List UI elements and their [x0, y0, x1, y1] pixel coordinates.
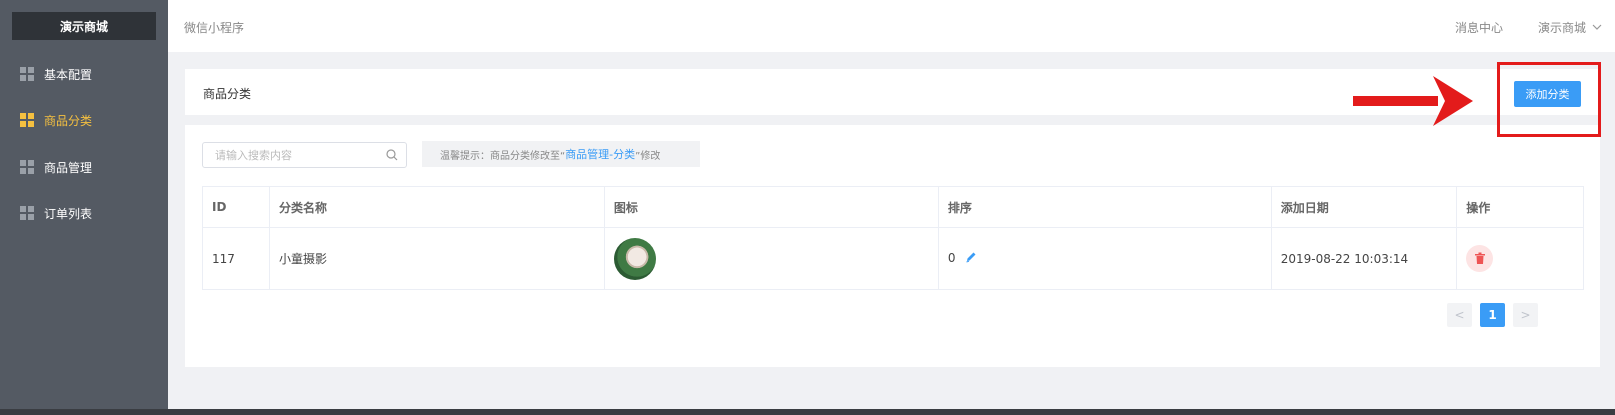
pagination-next[interactable]: > [1513, 303, 1538, 327]
annotation-highlight-box [1497, 62, 1601, 137]
sidebar-item-label: 订单列表 [44, 206, 93, 221]
cell-actions [1456, 227, 1584, 290]
tip-banner: 温馨提示：商品分类修改至“ 商品管理-分类 ”修改 [422, 141, 700, 167]
user-name: 演示商城 [1538, 21, 1587, 35]
sidebar-item-label: 商品管理 [44, 160, 93, 175]
delete-button[interactable] [1466, 245, 1494, 272]
tip-suffix: ”修改 [635, 150, 661, 162]
column-header-actions: 操作 [1456, 186, 1584, 228]
category-thumbnail [613, 237, 656, 280]
annotation-arrow-icon [1353, 76, 1473, 126]
sidebar: 演示商城 基本配置 商品分类 商品管理 订单列表 [0, 0, 168, 415]
pagination-prev[interactable]: < [1447, 303, 1472, 327]
user-menu[interactable]: 演示商城 [1538, 19, 1602, 36]
category-table: ID 分类名称 图标 排序 添加日期 操作 117 小童摄影 0 2019-08… [202, 186, 1584, 290]
sort-value: 0 [947, 251, 956, 265]
sidebar-item-label: 基本配置 [44, 67, 93, 82]
column-header-name: 分类名称 [268, 186, 605, 228]
pencil-icon[interactable] [965, 251, 977, 266]
trash-icon [1474, 252, 1485, 264]
cell-date: 2019-08-22 10:03:14 [1270, 227, 1458, 290]
tip-prefix: 温馨提示：商品分类修改至“ [440, 150, 566, 162]
bottom-strip [0, 409, 1615, 415]
tip-link[interactable]: 商品管理-分类 [565, 146, 635, 162]
sidebar-item-order-list[interactable]: 订单列表 [0, 193, 168, 233]
message-center-link[interactable]: 消息中心 [1455, 19, 1503, 36]
column-header-date: 添加日期 [1270, 186, 1458, 228]
cell-id: 117 [202, 227, 270, 290]
column-header-id: ID [202, 186, 270, 228]
chevron-down-icon [1592, 22, 1602, 33]
grid-icon [20, 206, 34, 220]
sidebar-item-product-category[interactable]: 商品分类 [0, 100, 168, 140]
cell-icon [603, 227, 939, 290]
table-header-row: ID 分类名称 图标 排序 添加日期 操作 [202, 186, 1584, 228]
search-box [202, 142, 407, 168]
top-bar: 微信小程序 消息中心 演示商城 [168, 0, 1615, 52]
brand-logo: 演示商城 [12, 12, 156, 40]
search-input[interactable] [203, 143, 378, 167]
grid-icon [20, 113, 34, 127]
grid-icon [20, 160, 34, 174]
column-header-sort: 排序 [937, 186, 1272, 228]
grid-icon [20, 67, 34, 81]
page-title: 商品分类 [203, 87, 252, 101]
search-icon[interactable] [386, 149, 398, 161]
column-header-icon: 图标 [603, 186, 939, 228]
sidebar-item-product-management[interactable]: 商品管理 [0, 147, 168, 187]
sidebar-item-label: 商品分类 [44, 113, 93, 128]
category-panel: 温馨提示：商品分类修改至“ 商品管理-分类 ”修改 ID 分类名称 图标 排序 … [185, 125, 1600, 367]
sidebar-item-basic-config[interactable]: 基本配置 [0, 54, 168, 94]
table-row: 117 小童摄影 0 2019-08-22 10:03:14 [202, 227, 1584, 290]
app-title: 微信小程序 [184, 21, 245, 35]
cell-sort: 0 [937, 227, 1272, 290]
cell-name: 小童摄影 [268, 227, 605, 290]
pagination-page-current[interactable]: 1 [1480, 303, 1505, 327]
